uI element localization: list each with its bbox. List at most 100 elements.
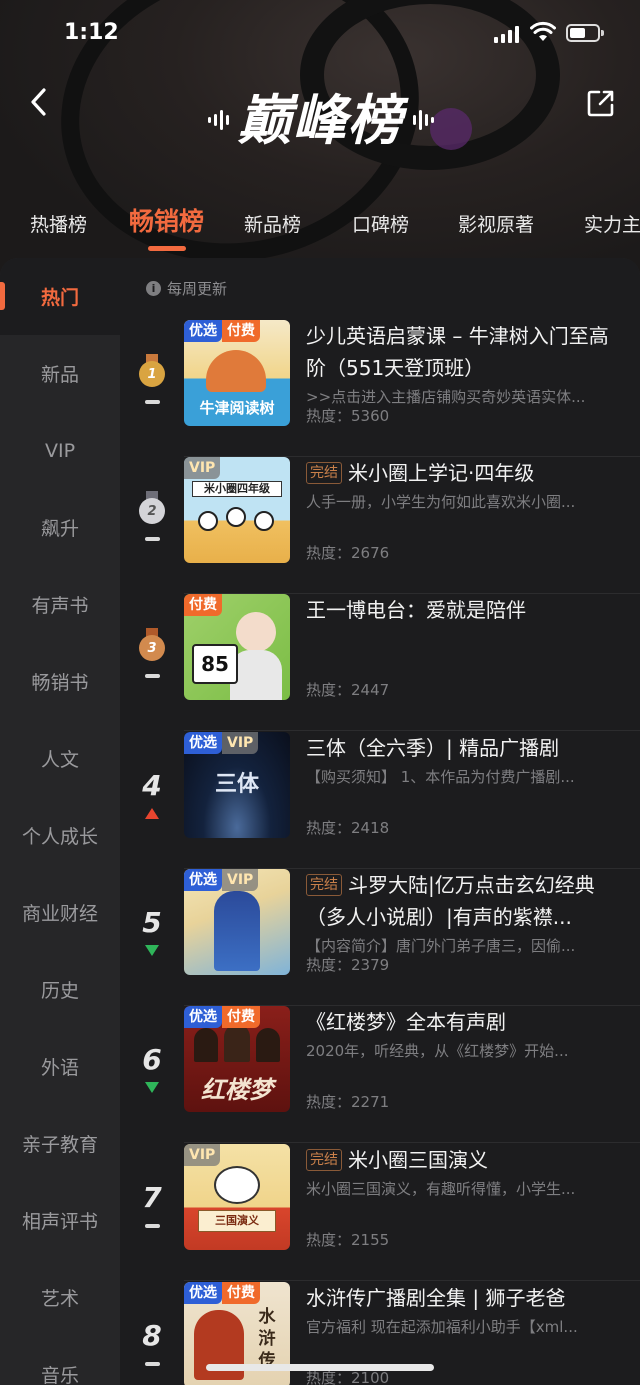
list-item[interactable]: 4 三体 优选 VIP 三体（全六季）| 精品广播剧 【购买须知】 1、本作品为付…: [120, 732, 640, 869]
sidebar-item-personal-growth[interactable]: 个人成长: [0, 797, 120, 874]
sidebar-item-label: 有声书: [31, 595, 89, 617]
item-title-text: 斗罗大陆|亿万点击玄幻经典（多人小说剧）|有声的紫襟...: [306, 873, 595, 929]
tab-bar: 热播榜 畅销榜 新品榜 口碑榜 影视原著 实力主: [0, 196, 640, 252]
cover-image: 米小圈四年级 VIP: [184, 457, 290, 563]
item-description: 官方福利 现在起添加福利小助手【xml...: [306, 1318, 578, 1336]
trend-flat-icon: [144, 537, 160, 541]
back-button[interactable]: [22, 84, 58, 120]
tab-hot-play[interactable]: 热播榜: [30, 210, 87, 237]
rank-indicator: 7: [128, 1184, 176, 1228]
paid-tag: 付费: [222, 320, 260, 342]
item-title: 王一博电台：爱就是陪伴: [306, 598, 526, 622]
tag-group: 优选 付费: [184, 1282, 260, 1304]
home-indicator[interactable]: [206, 1364, 434, 1371]
active-tab-indicator: [148, 246, 186, 251]
ranking-list: i 每周更新 1 牛津阅读树 优选 付费 少儿英语启蒙课 – 牛津树入门至高阶（5…: [120, 258, 640, 1385]
paid-tag: 付费: [222, 1006, 260, 1028]
pick-tag: 优选: [184, 320, 222, 342]
tab-strength[interactable]: 实力主: [584, 210, 640, 237]
pick-tag: 优选: [184, 869, 222, 891]
completed-badge: 完结: [306, 874, 342, 896]
list-item[interactable]: 3 85 付费 王一博电台：爱就是陪伴 热度：2447: [120, 594, 640, 731]
item-heat: 热度：5360: [306, 407, 390, 425]
sidebar-item-new[interactable]: 新品: [0, 335, 120, 412]
item-info: 王一博电台：爱就是陪伴 热度：2447: [306, 594, 626, 700]
rank-indicator: 3: [128, 628, 176, 678]
sidebar-item-business[interactable]: 商业财经: [0, 874, 120, 951]
tab-film-adaptation[interactable]: 影视原著: [458, 210, 534, 237]
rank-number: 7: [142, 1181, 162, 1214]
pick-tag: 优选: [184, 1282, 222, 1304]
tag-group: VIP: [184, 457, 221, 479]
sidebar-item-parenting[interactable]: 亲子教育: [0, 1105, 120, 1182]
rank-number: 4: [142, 769, 162, 802]
rank-indicator: 5: [128, 909, 176, 956]
item-title: 《红楼梦》全本有声剧: [306, 1010, 506, 1034]
cover-image: 红楼梦 优选 付费: [184, 1006, 290, 1112]
item-heat: 热度：2271: [306, 1093, 390, 1111]
cover-title: 米小圈四年级: [192, 481, 282, 497]
sidebar-item-music[interactable]: 音乐: [0, 1336, 120, 1385]
sidebar-item-humanities[interactable]: 人文: [0, 720, 120, 797]
tag-group: 优选 VIP: [184, 732, 259, 754]
tab-best-selling[interactable]: 畅销榜: [129, 202, 204, 238]
active-category-indicator: [0, 282, 5, 310]
item-title: 完结 米小圈上学记·四年级: [306, 457, 626, 489]
sidebar-item-label: 音乐: [40, 1365, 79, 1385]
sidebar-item-label: 飙升: [40, 518, 79, 540]
sidebar-item-rising[interactable]: 飙升: [0, 489, 120, 566]
list-item[interactable]: 7 三国演义 VIP 完结 米小圈三国演义 米小圈三国演义，有趣听得懂，小学生..…: [120, 1144, 640, 1281]
sidebar-item-label: VIP: [44, 439, 76, 462]
sidebar-item-hot[interactable]: 热门: [0, 258, 120, 335]
sidebar-item-vip[interactable]: VIP: [0, 412, 120, 489]
item-description: >>点击进入主播店铺购买奇妙英语实体...: [306, 388, 586, 406]
info-icon: i: [146, 281, 161, 296]
list-item[interactable]: 1 牛津阅读树 优选 付费 少儿英语启蒙课 – 牛津树入门至高阶（551天登顶班）…: [120, 320, 640, 457]
status-time: 1:12: [64, 20, 119, 45]
sidebar-item-art[interactable]: 艺术: [0, 1259, 120, 1336]
rank-indicator: 2: [128, 491, 176, 541]
tag-group: 优选 VIP: [184, 869, 259, 891]
pick-tag: 优选: [184, 1006, 222, 1028]
sidebar-item-crosstalk[interactable]: 相声评书: [0, 1182, 120, 1259]
sidebar-item-audiobook[interactable]: 有声书: [0, 566, 120, 643]
list-item[interactable]: 2 米小圈四年级 VIP 完结 米小圈上学记·四年级 人手一册，小学生为何如此喜欢…: [120, 457, 640, 594]
completed-badge: 完结: [306, 1149, 342, 1171]
item-title-text: 米小圈上学记·四年级: [348, 461, 535, 485]
rank-indicator: 4: [128, 772, 176, 819]
item-title: 完结 斗罗大陆|亿万点击玄幻经典（多人小说剧）|有声的紫襟...: [306, 869, 626, 933]
sidebar-item-label: 商业财经: [21, 903, 98, 925]
sidebar-item-label: 亲子教育: [21, 1134, 98, 1156]
item-heat: 热度：2379: [306, 956, 390, 974]
list-item[interactable]: 5 优选 VIP 完结 斗罗大陆|亿万点击玄幻经典（多人小说剧）|有声的紫襟... …: [120, 869, 640, 1006]
item-title: 少儿英语启蒙课 – 牛津树入门至高阶（551天登顶班）: [306, 324, 609, 380]
cartoon-face: [226, 507, 246, 527]
cartoon-face: [214, 1166, 260, 1204]
item-title: 水浒传广播剧全集 | 狮子老爸: [306, 1286, 566, 1310]
sidebar-item-language[interactable]: 外语: [0, 1028, 120, 1105]
sidebar-item-label: 畅销书: [31, 672, 89, 694]
page-title: 巅峰榜: [237, 88, 403, 152]
tab-new[interactable]: 新品榜: [244, 210, 301, 237]
tag-group: 优选 付费: [184, 320, 260, 342]
item-description: 2020年，听经典，从《红楼梦》开始...: [306, 1042, 569, 1060]
sidebar-item-label: 历史: [40, 980, 79, 1002]
pick-tag: 优选: [184, 732, 222, 754]
trend-down-icon: [145, 1082, 159, 1093]
divider: [184, 730, 640, 731]
share-button[interactable]: [586, 88, 616, 118]
update-note-text: 每周更新: [167, 280, 228, 298]
trend-flat-icon: [144, 400, 160, 404]
list-item[interactable]: 6 红楼梦 优选 付费 《红楼梦》全本有声剧 2020年，听经典，从《红楼梦》开始…: [120, 1006, 640, 1143]
update-note: i 每周更新: [146, 278, 227, 299]
cover-image: 牛津阅读树 优选 付费: [184, 320, 290, 426]
rank-indicator: 6: [128, 1046, 176, 1093]
cover-image: 三国演义 VIP: [184, 1144, 290, 1250]
item-heat: 热度：2447: [306, 681, 390, 699]
item-info: 《红楼梦》全本有声剧 2020年，听经典，从《红楼梦》开始... 热度：2271: [306, 1006, 626, 1112]
rank-number: 3: [139, 635, 165, 661]
sidebar-item-bestseller[interactable]: 畅销书: [0, 643, 120, 720]
tab-reputation[interactable]: 口碑榜: [352, 210, 409, 237]
sidebar-item-history[interactable]: 历史: [0, 951, 120, 1028]
sound-wave-left-icon: [208, 110, 229, 130]
